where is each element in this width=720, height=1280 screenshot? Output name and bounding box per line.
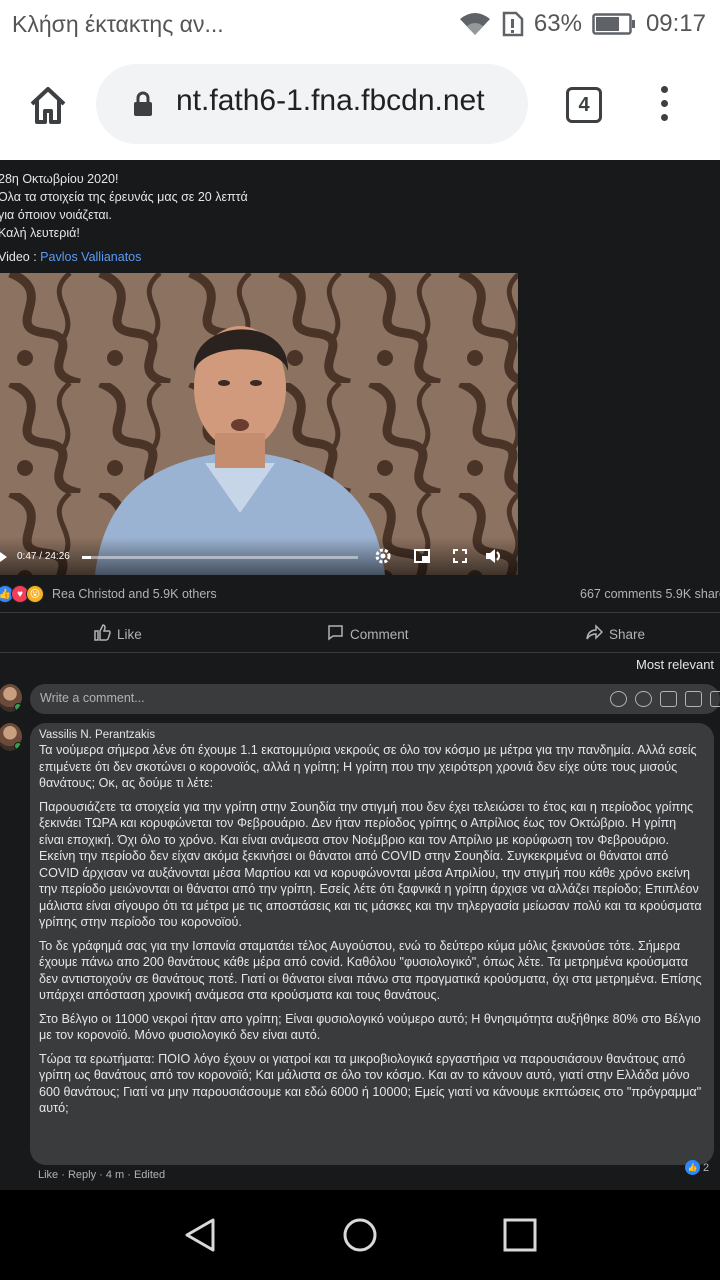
- home-icon[interactable]: [26, 84, 70, 128]
- status-icons: 63% 09:17: [458, 10, 706, 38]
- comment-input[interactable]: Write a comment...: [30, 684, 720, 714]
- comment-paragraph: Στο Βέλγιο οι 11000 νεκροί ήταν απο γρίπ…: [39, 1011, 701, 1043]
- reaction-names[interactable]: Rea Christod and 5.9K others: [52, 587, 217, 601]
- post-line: για όποιον νοιάζεται.: [0, 208, 112, 222]
- status-bar: Κλήση έκτακτης αν... 63% 09:17: [0, 0, 720, 52]
- share-label: Share: [609, 626, 646, 642]
- video-credit: Video : Pavlos Vallianatos: [0, 248, 248, 266]
- camera-icon[interactable]: [660, 691, 677, 707]
- comment-button[interactable]: Comment: [327, 624, 409, 644]
- notification-title: Κλήση έκτακτης αν...: [12, 11, 224, 37]
- fullscreen-icon[interactable]: [451, 547, 469, 565]
- comment-author[interactable]: Vassilis N. Perantzakis: [39, 728, 704, 742]
- comment-paragraph: Τα νούμερα σήμερα λένε ότι έχουμε 1.1 εκ…: [39, 743, 697, 790]
- current-user-avatar[interactable]: [0, 684, 22, 712]
- video-author-link[interactable]: Pavlos Vallianatos: [40, 250, 141, 264]
- video-credit-prefix: Video :: [0, 250, 41, 264]
- sticker-icon[interactable]: [710, 691, 720, 707]
- comments-shares-count[interactable]: 667 comments 5.9K shares: [580, 587, 720, 601]
- commenter-avatar[interactable]: [0, 723, 22, 751]
- post-actions: Like Comment Share: [0, 616, 720, 656]
- wow-reaction-icon: 😮: [26, 585, 44, 603]
- comment-input-placeholder: Write a comment...: [40, 691, 145, 705]
- comment-body: Τα νούμερα σήμερα λένε ότι έχουμε 1.1 εκ…: [39, 742, 704, 1117]
- comment-bubble: Vassilis N. Perantzakis Τα νούμερα σήμερ…: [30, 723, 714, 1165]
- comment-paragraph: Το δε γράφημά σας για την Ισπανία σταματ…: [39, 938, 702, 1003]
- online-status-dot: [14, 703, 22, 711]
- divider: [0, 612, 720, 613]
- video-progress-fill: [82, 556, 91, 559]
- video-time: 0:47 / 24:26: [17, 551, 70, 562]
- address-bar[interactable]: nt.fath6-1.fna.fbcdn.net: [96, 64, 528, 144]
- post-line: Όλα τα στοιχεία της έρευνάς μας σε 20 λε…: [0, 190, 248, 204]
- post-line: 28η Οκτωβρίου 2020!: [0, 172, 119, 186]
- comment-meta[interactable]: Like · Reply · 4 m · Edited: [38, 1169, 165, 1181]
- post-text: 28η Οκτωβρίου 2020! Όλα τα στοιχεία της …: [0, 170, 248, 266]
- browser-toolbar: nt.fath6-1.fna.fbcdn.net 4: [0, 52, 720, 160]
- comment-label: Comment: [350, 626, 409, 642]
- play-icon[interactable]: [0, 552, 7, 562]
- online-status-dot: [14, 742, 22, 750]
- video-player[interactable]: 0:47 / 24:26: [0, 273, 518, 575]
- like-label: Like: [117, 626, 142, 642]
- comment-like-count: 2: [703, 1161, 710, 1174]
- divider: [0, 652, 720, 653]
- tab-switcher-button[interactable]: 4: [566, 87, 602, 123]
- reactions-summary[interactable]: 👍 ♥ 😮 Rea Christod and 5.9K others 667 c…: [0, 584, 720, 606]
- avatar-sticker-icon[interactable]: [610, 691, 627, 707]
- video-seekbar[interactable]: [82, 556, 358, 559]
- comment-paragraph: Παρουσιάζετε τα στοιχεία για την γρίπη σ…: [39, 799, 702, 930]
- emoji-icon[interactable]: [635, 691, 652, 707]
- battery-percent: 63%: [533, 10, 582, 37]
- comment-icon: [327, 624, 344, 644]
- sim-alert-icon: [502, 11, 524, 37]
- reaction-icons: 👍 ♥ 😮: [0, 585, 44, 603]
- like-badge-icon: 👍: [685, 1160, 700, 1175]
- video-controls: 0:47 / 24:26: [0, 537, 518, 575]
- overflow-menu-icon[interactable]: [656, 86, 672, 126]
- home-circle-icon[interactable]: [342, 1217, 378, 1253]
- share-icon: [586, 624, 604, 644]
- gif-icon[interactable]: [685, 691, 702, 707]
- post-line: Καλή λευτεριά!: [0, 226, 80, 240]
- comment-input-icons: [610, 691, 720, 707]
- comment-sort-dropdown[interactable]: Most relevant: [636, 657, 714, 672]
- lock-icon: [132, 91, 154, 122]
- wifi-icon: [458, 11, 492, 37]
- settings-gear-icon[interactable]: [374, 547, 392, 565]
- video-current-time: 0:47: [17, 551, 37, 562]
- comment-paragraph: Τώρα τα ερωτήματα: ΠΟΙΟ λόγο έχουν οι γι…: [39, 1051, 702, 1116]
- comment-like-badge[interactable]: 👍 2: [685, 1160, 709, 1175]
- recents-icon[interactable]: [502, 1217, 538, 1253]
- system-nav-bar: [0, 1190, 720, 1280]
- share-button[interactable]: Share: [586, 624, 645, 644]
- picture-in-picture-icon[interactable]: [413, 547, 431, 565]
- thumbs-up-icon: [94, 624, 111, 644]
- back-icon[interactable]: [182, 1217, 218, 1253]
- video-frame: [0, 273, 518, 575]
- like-button[interactable]: Like: [94, 624, 142, 644]
- clock: 09:17: [645, 10, 706, 37]
- battery-icon: [592, 13, 636, 35]
- volume-icon[interactable]: [484, 547, 502, 565]
- video-duration: 24:26: [44, 551, 70, 562]
- facebook-post-page: 28η Οκτωβρίου 2020! Όλα τα στοιχεία της …: [0, 160, 720, 1190]
- url-text: nt.fath6-1.fna.fbcdn.net: [176, 84, 485, 117]
